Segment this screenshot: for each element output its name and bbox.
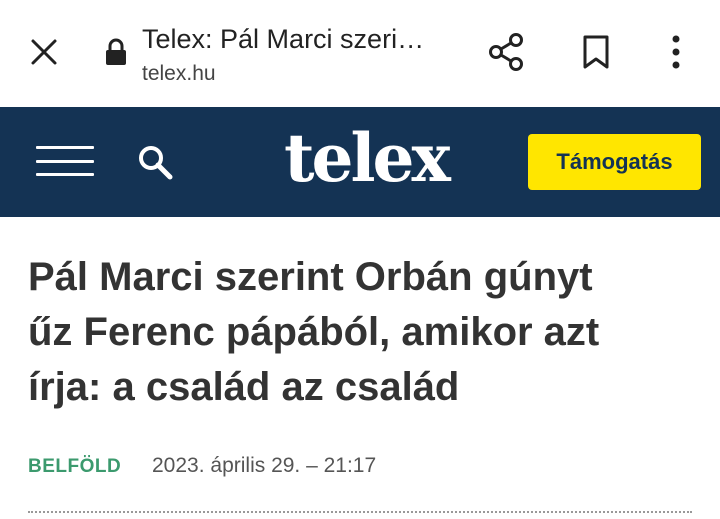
category-link[interactable]: BELFÖLD (28, 456, 121, 478)
close-icon (31, 39, 57, 65)
support-button[interactable]: Támogatás (528, 134, 701, 190)
url-domain[interactable]: telex.hu (142, 62, 216, 86)
menu-icon (36, 146, 94, 149)
share-icon (489, 33, 523, 71)
publish-date: 2023. április 29. – 21:17 (152, 454, 377, 477)
lock-icon (106, 38, 126, 65)
page-title: Telex: Pál Marci szeri… (142, 24, 425, 54)
close-button[interactable] (22, 30, 66, 74)
more-vert-icon (672, 35, 680, 69)
divider (28, 511, 692, 513)
site-header: telex Támogatás (0, 107, 720, 217)
headline-line: űz Ferenc pápából, amikor azt (28, 310, 600, 354)
menu-button[interactable] (36, 141, 94, 181)
share-button[interactable] (484, 30, 528, 74)
headline-line: Pál Marci szerint Orbán gúnyt (28, 255, 593, 299)
bookmark-button[interactable] (574, 30, 618, 74)
search-button[interactable] (136, 143, 176, 183)
browser-toolbar: Telex: Pál Marci szeri… telex.hu (0, 0, 720, 107)
bookmark-icon (583, 35, 609, 69)
more-options-button[interactable] (654, 30, 698, 74)
search-icon (139, 146, 173, 180)
article-headline: Pál Marci szerint Orbán gúnyt űz Ferenc … (28, 250, 708, 415)
article-meta: BELFÖLD 2023. április 29. – 21:17 (28, 454, 708, 480)
headline-line: írja: a család az család (28, 365, 460, 409)
site-logo[interactable]: telex (284, 125, 451, 191)
